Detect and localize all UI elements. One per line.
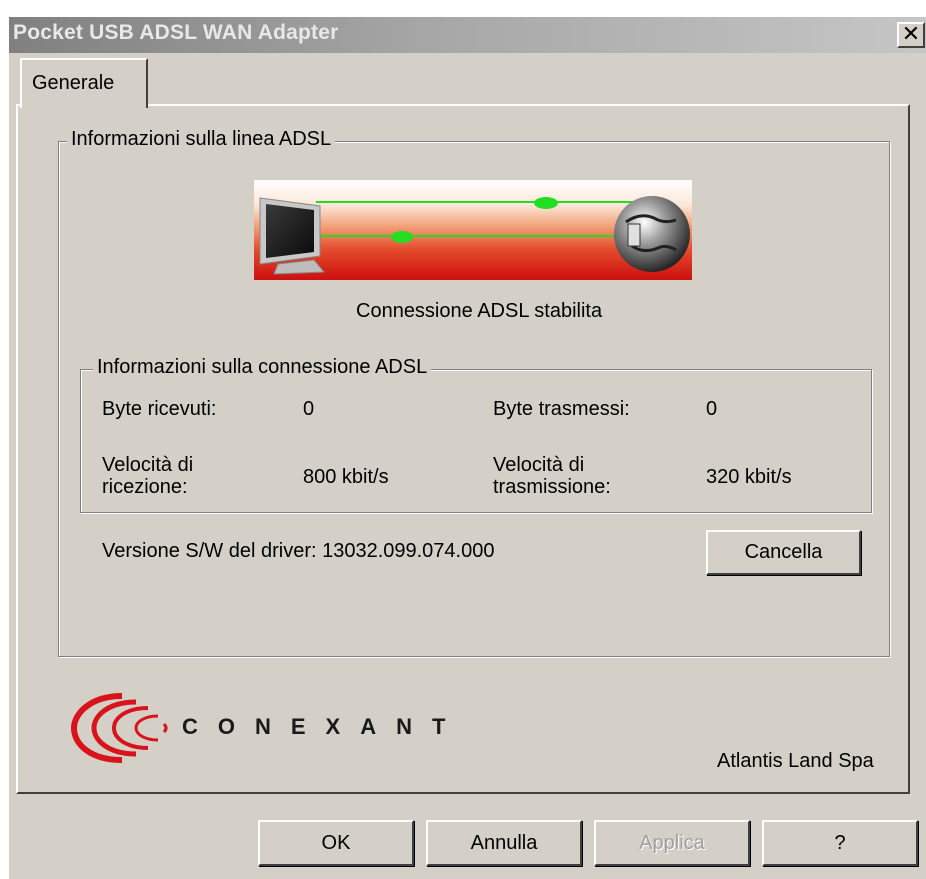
rx-speed-label: Velocità di ricezione: — [102, 454, 194, 498]
conexant-logo — [70, 688, 190, 768]
company-name: Atlantis Land Spa — [717, 750, 874, 772]
bytes-sent-label: Byte trasmessi: — [493, 398, 630, 420]
driver-version-text: Versione S/W del driver: 13032.099.074.0… — [102, 540, 495, 562]
tab-generale-label: Generale — [32, 72, 115, 94]
line-info-group-title: Informazioni sulla linea ADSL — [67, 128, 336, 151]
tx-speed-label: Velocità di trasmissione: — [493, 454, 611, 498]
bytes-received-value: 0 — [303, 398, 315, 420]
tab-generale[interactable]: Generale — [20, 58, 148, 108]
close-icon: ✕ — [901, 21, 921, 46]
ok-button[interactable]: OK — [258, 820, 414, 866]
apply-button[interactable]: Applica — [594, 820, 750, 866]
cancel-button[interactable]: Annulla — [426, 820, 582, 866]
conexant-wordmark: CONEXANT — [182, 714, 466, 739]
help-button[interactable]: ? — [762, 820, 918, 866]
adsl-link-illustration — [254, 180, 692, 280]
close-button[interactable]: ✕ — [897, 22, 925, 48]
connection-status-image — [254, 180, 692, 280]
clear-button[interactable]: Cancella — [706, 530, 861, 575]
window-title: Pocket USB ADSL WAN Adapter — [13, 21, 339, 44]
title-bar[interactable]: Pocket USB ADSL WAN Adapter ✕ — [9, 17, 926, 53]
tx-speed-value: 320 kbit/s — [706, 466, 792, 488]
bytes-received-label: Byte ricevuti: — [102, 398, 217, 420]
connection-info-group-title: Informazioni sulla connessione ADSL — [93, 356, 432, 379]
bytes-sent-value: 0 — [706, 398, 718, 420]
connection-status-text: Connessione ADSL stabilita — [356, 300, 603, 322]
conexant-swirl-icon — [70, 693, 168, 763]
rx-speed-value: 800 kbit/s — [303, 466, 389, 488]
